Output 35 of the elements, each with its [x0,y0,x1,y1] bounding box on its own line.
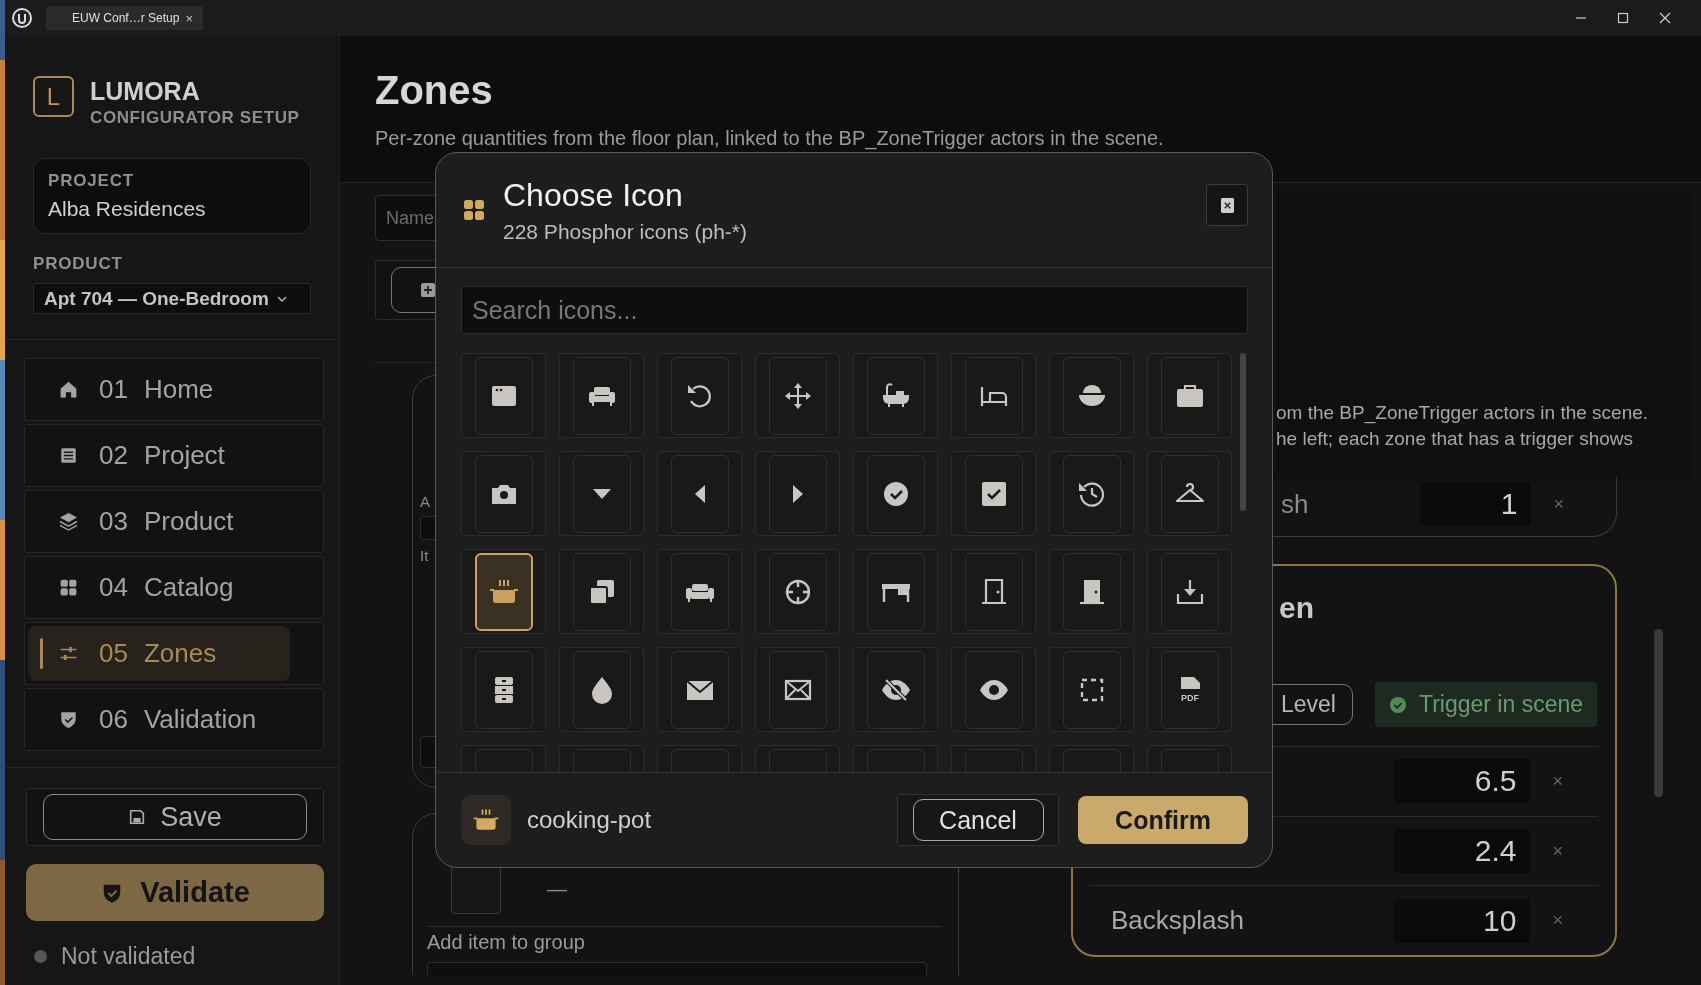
row-label: sh [1281,488,1310,520]
brand-name: LUMORA [90,79,201,104]
icon-option[interactable]: PDF [1147,647,1232,732]
project-label: PROJECT [48,171,135,191]
tooltip-text: om the BP_ZoneTrigger actors in the scene. [1276,402,1649,424]
document-tab[interactable]: EUW Conf…r Setup × [46,6,203,30]
search-field[interactable]: Search icons... [461,286,1248,334]
quantity-field[interactable]: 1 [1420,482,1532,526]
dialog-title: Choose Icon [503,176,684,214]
selected-icon-name: cooking-pot [527,806,652,834]
brand-tagline: CONFIGURATOR SETUP [90,108,300,128]
zone-title: en [1279,590,1314,626]
section-label: It [420,546,429,566]
save-button[interactable]: Save [43,794,307,840]
quantity-field[interactable]: 2.4 [1394,829,1531,873]
validation-status: Not validated [61,943,196,970]
cancel-button[interactable]: Cancel [912,799,1044,841]
trigger-badge: Trigger in scene [1375,682,1598,727]
quantity-field[interactable]: 10 [1394,898,1531,943]
tooltip-text: he left; each zone that has a trigger shows [1276,428,1633,450]
project-name: Alba Residences [48,197,207,221]
product-label: PRODUCT [33,254,124,274]
item-dash: — [547,877,567,901]
quantity-field[interactable]: 6.5 [1394,759,1531,804]
field-label: A [420,492,430,512]
dialog-subtitle: 228 Phosphor icons (ph-*) [503,219,748,244]
product-dropdown[interactable]: Apt 704 — One-Bedroom [33,283,311,314]
tab-close-button[interactable]: × [185,10,193,26]
page-title: Zones [375,67,493,114]
page-subtitle: Per-zone quantities from the floor plan, linked to the BP_ZoneTrigger actors in the scene. [375,127,1164,149]
confirm-button[interactable]: Confirm [1078,796,1248,844]
add-item-label: Add item to group [427,931,585,954]
row-label: Backsplash [1111,905,1245,937]
logo-mark: L [33,76,74,117]
nav-item[interactable]: 05 Zones [28,626,290,681]
